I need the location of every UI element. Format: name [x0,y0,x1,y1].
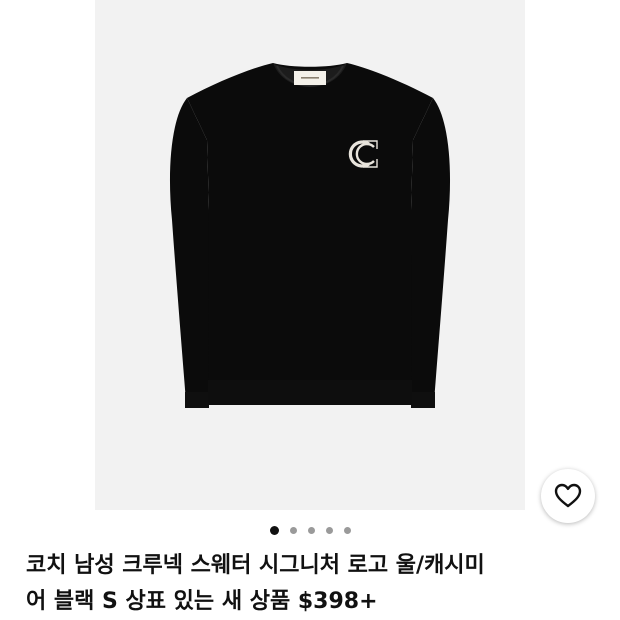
product-title-line-1: 코치 남성 크루넥 스웨터 시그니처 로고 울/캐시미 [26,553,485,578]
carousel-dots [0,523,620,537]
carousel-dot-5[interactable] [343,526,351,534]
wishlist-button[interactable] [541,469,595,523]
heart-outline-icon [554,483,582,508]
carousel-dot-1[interactable] [269,525,279,535]
product-image[interactable] [95,0,525,510]
carousel-dot-2[interactable] [289,526,297,534]
carousel-dot-3[interactable] [307,526,315,534]
product-image-area [0,0,620,525]
product-title-line-2: 어 블랙 S 상표 있는 새 상품 $398+ [26,589,378,614]
carousel-dot-4[interactable] [325,526,333,534]
product-title: 코치 남성 크루넥 스웨터 시그니처 로고 울/캐시미 어 블랙 S 상표 있는… [26,548,596,620]
sweater-illustration [169,63,451,408]
